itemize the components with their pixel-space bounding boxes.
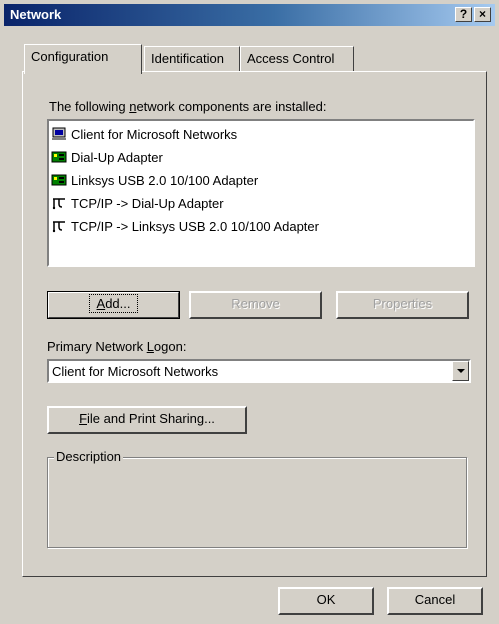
installed-components-label: The following network components are ins… bbox=[49, 99, 327, 114]
logon-label-text-1: Primary Network bbox=[47, 339, 147, 354]
cancel-button[interactable]: Cancel bbox=[387, 587, 483, 615]
protocol-icon bbox=[51, 219, 67, 233]
logon-label-accel: L bbox=[146, 339, 154, 354]
list-item[interactable]: TCP/IP -> Dial-Up Adapter bbox=[51, 193, 224, 213]
add-rest: dd... bbox=[105, 296, 131, 311]
protocol-icon bbox=[51, 196, 67, 210]
window-title: Network bbox=[10, 7, 62, 22]
component-label: TCP/IP -> Linksys USB 2.0 10/100 Adapter bbox=[71, 218, 319, 234]
tab-configuration[interactable]: Configuration bbox=[24, 44, 142, 74]
add-accel: A bbox=[96, 296, 106, 311]
primary-logon-select[interactable]: Client for Microsoft Networks bbox=[47, 359, 471, 383]
component-label: TCP/IP -> Dial-Up Adapter bbox=[71, 195, 224, 211]
file-print-sharing-button[interactable]: File and Print Sharing... bbox=[47, 406, 247, 434]
description-label: Description bbox=[54, 449, 124, 464]
description-group: Description bbox=[47, 449, 467, 548]
adapter-icon bbox=[51, 150, 67, 164]
close-button[interactable]: × bbox=[474, 7, 491, 22]
primary-logon-value: Client for Microsoft Networks bbox=[52, 364, 219, 379]
help-button[interactable]: ? bbox=[455, 7, 472, 22]
remove-button[interactable]: Remove bbox=[189, 291, 322, 319]
primary-logon-label: Primary Network Logon: bbox=[47, 339, 186, 354]
installed-label-text-2: etwork components are installed: bbox=[136, 99, 327, 114]
installed-label-text-1: The following bbox=[49, 99, 130, 114]
title-bar[interactable]: Network ? × bbox=[4, 4, 495, 26]
list-item[interactable]: TCP/IP -> Linksys USB 2.0 10/100 Adapter bbox=[51, 216, 319, 236]
share-rest: ile and Print Sharing... bbox=[87, 411, 215, 426]
tab-access-control[interactable]: Access Control bbox=[240, 46, 354, 72]
adapter-icon bbox=[51, 173, 67, 187]
network-dialog: Network ? × Configuration Identification… bbox=[0, 0, 499, 624]
ok-button[interactable]: OK bbox=[278, 587, 374, 615]
configuration-panel: The following network components are ins… bbox=[22, 71, 487, 577]
components-list[interactable]: Client for Microsoft Networks Dial-Up Ad… bbox=[47, 119, 475, 267]
chevron-down-icon[interactable] bbox=[452, 361, 469, 381]
add-button-label: Add... bbox=[88, 294, 139, 313]
share-accel: F bbox=[79, 411, 88, 426]
add-button[interactable]: Add... bbox=[47, 291, 180, 319]
tab-identification[interactable]: Identification bbox=[144, 46, 240, 72]
component-label: Linksys USB 2.0 10/100 Adapter bbox=[71, 172, 259, 188]
properties-button[interactable]: Properties bbox=[336, 291, 469, 319]
list-item[interactable]: Client for Microsoft Networks bbox=[51, 124, 237, 144]
list-item[interactable]: Dial-Up Adapter bbox=[51, 147, 163, 167]
client-icon bbox=[51, 127, 67, 141]
component-label: Dial-Up Adapter bbox=[71, 149, 163, 165]
list-item[interactable]: Linksys USB 2.0 10/100 Adapter bbox=[51, 170, 258, 190]
logon-label-text-2: ogon: bbox=[153, 339, 187, 354]
component-label: Client for Microsoft Networks bbox=[71, 126, 238, 142]
